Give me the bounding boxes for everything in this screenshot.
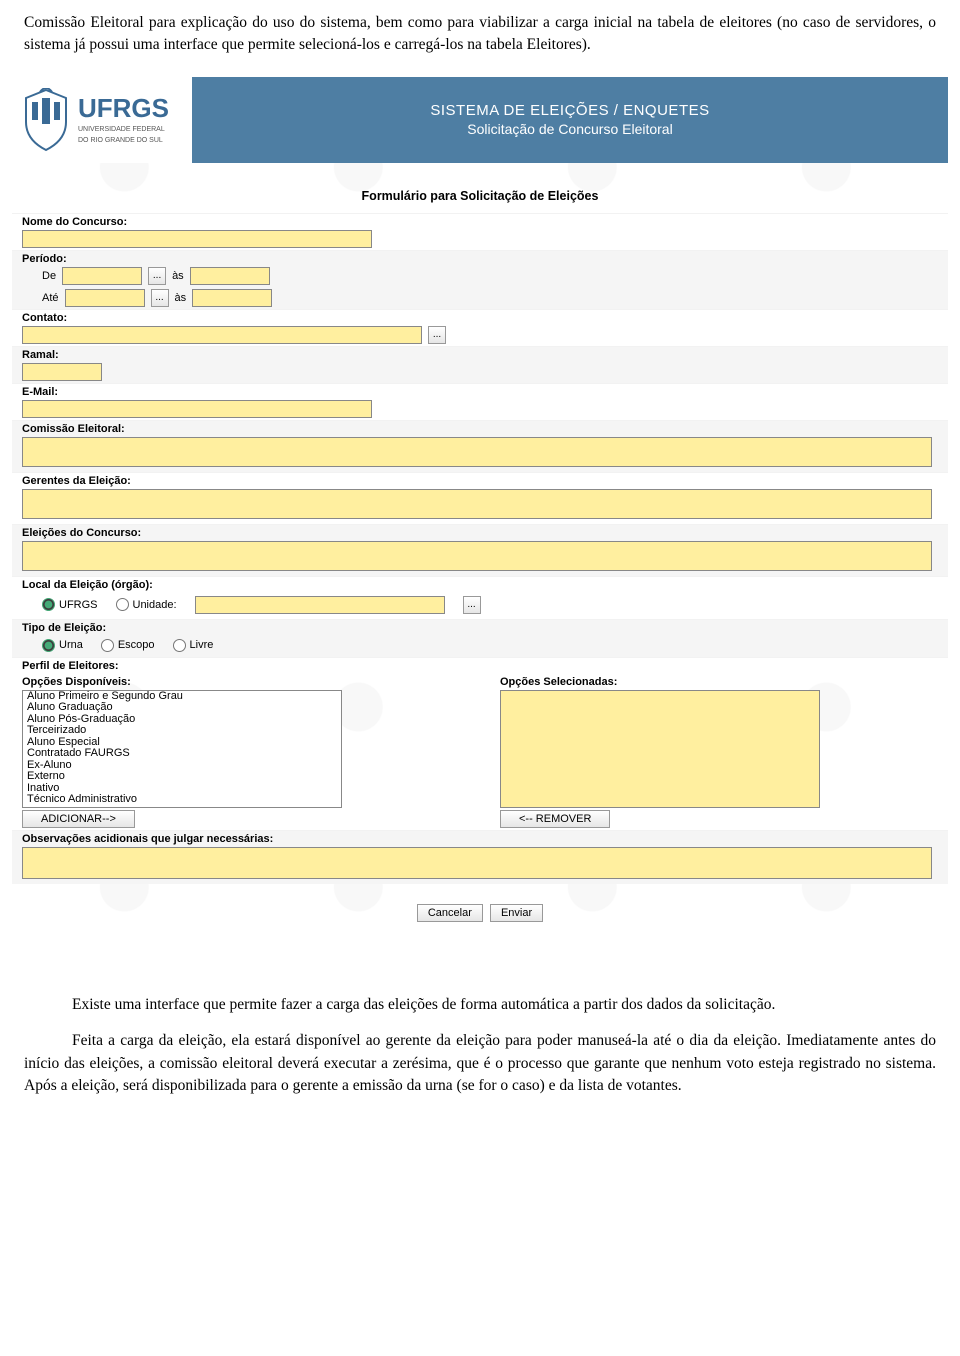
label-as-2: às [175, 292, 187, 304]
label-periodo: Período: [22, 253, 938, 265]
input-email[interactable] [22, 400, 372, 418]
header-line-2: Solicitação de Concurso Eleitoral [467, 121, 672, 137]
send-button[interactable]: Enviar [490, 904, 543, 922]
radio-local-unidade[interactable]: Unidade: [116, 598, 177, 611]
contato-lookup-button[interactable]: ... [428, 326, 446, 344]
row-gerentes: Gerentes da Eleição: [12, 472, 948, 524]
textarea-comissao[interactable] [22, 437, 932, 467]
input-data-de[interactable] [62, 267, 142, 285]
label-ate: Até [42, 292, 59, 304]
label-tipo: Tipo de Eleição: [22, 622, 938, 634]
list-item[interactable]: Externo [23, 771, 341, 783]
logo-subtitle-2: DO RIO GRANDE DO SUL [78, 137, 178, 145]
listbox-disponiveis[interactable]: Aluno Primeiro e Segundo GrauAluno Gradu… [22, 690, 342, 808]
label-disponiveis: Opções Disponíveis: [22, 676, 460, 688]
app-header: UFRGS UNIVERSIDADE FEDERAL DO RIO GRANDE… [12, 77, 948, 163]
radio-tipo-escopo[interactable]: Escopo [101, 639, 155, 652]
row-email: E-Mail: [12, 383, 948, 420]
row-tipo: Tipo de Eleição: Urna Escopo Livre [12, 619, 948, 657]
svg-text:UFRGS: UFRGS [78, 95, 169, 123]
unidade-lookup-button[interactable]: ... [463, 596, 481, 614]
label-selecionadas: Opções Selecionadas: [500, 676, 938, 688]
textarea-observacoes[interactable] [22, 847, 932, 879]
label-email: E-Mail: [22, 386, 938, 398]
radio-tipo-escopo-label: Escopo [118, 639, 155, 651]
input-nome-concurso[interactable] [22, 230, 372, 248]
row-eleicoes: Eleições do Concurso: [12, 524, 948, 576]
label-ramal: Ramal: [22, 349, 938, 361]
remove-button[interactable]: <-- REMOVER [500, 810, 610, 828]
input-data-ate[interactable] [65, 289, 145, 307]
label-observacoes: Observações acidionais que julgar necess… [22, 833, 938, 845]
logo-text: UFRGS UNIVERSIDADE FEDERAL DO RIO GRANDE… [78, 95, 178, 145]
radio-local-ufrgs-input[interactable] [42, 598, 55, 611]
radio-tipo-urna-label: Urna [59, 639, 83, 651]
cancel-button[interactable]: Cancelar [417, 904, 483, 922]
row-comissao: Comissão Eleitoral: [12, 420, 948, 472]
radio-local-unidade-label: Unidade: [133, 599, 177, 611]
header-title: SISTEMA DE ELEIÇÕES / ENQUETES Solicitaç… [192, 77, 948, 163]
radio-local-unidade-input[interactable] [116, 598, 129, 611]
radio-tipo-livre-label: Livre [190, 639, 214, 651]
label-gerentes: Gerentes da Eleição: [22, 475, 938, 487]
footer-buttons: Cancelar Enviar [12, 884, 948, 928]
header-line-1: SISTEMA DE ELEIÇÕES / ENQUETES [430, 102, 709, 119]
listbox-selecionadas[interactable] [500, 690, 820, 808]
row-ramal: Ramal: [12, 346, 948, 383]
add-button[interactable]: ADICIONAR--> [22, 810, 135, 828]
request-form: Formulário para Solicitação de Eleições … [12, 163, 948, 968]
screenshot-app: UFRGS UNIVERSIDADE FEDERAL DO RIO GRANDE… [12, 77, 948, 968]
input-unidade[interactable] [195, 596, 445, 614]
logo-block: UFRGS UNIVERSIDADE FEDERAL DO RIO GRANDE… [12, 77, 192, 163]
para-3: Feita a carga da eleição, ela estará dis… [24, 1030, 936, 1097]
row-observacoes: Observações acidionais que julgar necess… [12, 830, 948, 884]
date-picker-de-button[interactable]: ... [148, 267, 166, 285]
label-as-1: às [172, 270, 184, 282]
input-hora-de[interactable] [190, 267, 270, 285]
logo-subtitle-1: UNIVERSIDADE FEDERAL [78, 126, 178, 134]
label-local: Local da Eleição (órgão): [22, 579, 938, 591]
radio-local-ufrgs[interactable]: UFRGS [42, 598, 98, 611]
radio-tipo-livre[interactable]: Livre [173, 639, 214, 652]
input-hora-ate[interactable] [192, 289, 272, 307]
row-contato: Contato: ... [12, 309, 948, 346]
date-picker-ate-button[interactable]: ... [151, 289, 169, 307]
input-ramal[interactable] [22, 363, 102, 381]
radio-tipo-escopo-input[interactable] [101, 639, 114, 652]
ufrgs-crest-icon [22, 88, 70, 152]
document-paragraph-top: Comissão Eleitoral para explicação do us… [0, 0, 960, 69]
input-contato[interactable] [22, 326, 422, 344]
list-item[interactable]: Ex-Aluno [23, 760, 341, 772]
available-column: Opções Disponíveis: Aluno Primeiro e Seg… [22, 676, 460, 828]
row-perfil-header: Perfil de Eleitores: [12, 657, 948, 672]
radio-tipo-urna[interactable]: Urna [42, 639, 83, 652]
dual-list: Opções Disponíveis: Aluno Primeiro e Seg… [12, 674, 948, 830]
para-2: Existe uma interface que permite fazer a… [24, 994, 936, 1016]
radio-tipo-livre-input[interactable] [173, 639, 186, 652]
selected-column: Opções Selecionadas: <-- REMOVER [500, 676, 938, 828]
radio-tipo-urna-input[interactable] [42, 639, 55, 652]
ufrgs-wordmark-icon: UFRGS [78, 95, 178, 123]
list-item[interactable]: Técnico Administrativo [23, 794, 341, 806]
textarea-eleicoes[interactable] [22, 541, 932, 571]
radio-local-ufrgs-label: UFRGS [59, 599, 98, 611]
label-eleicoes: Eleições do Concurso: [22, 527, 938, 539]
row-periodo: Período: De ... às Até ... às [12, 250, 948, 309]
label-comissao: Comissão Eleitoral: [22, 423, 938, 435]
para-1: Comissão Eleitoral para explicação do us… [24, 12, 936, 57]
label-nome-concurso: Nome do Concurso: [22, 216, 938, 228]
row-local: Local da Eleição (órgão): UFRGS Unidade:… [12, 576, 948, 619]
textarea-gerentes[interactable] [22, 489, 932, 519]
label-de: De [42, 270, 56, 282]
label-contato: Contato: [22, 312, 938, 324]
form-title: Formulário para Solicitação de Eleições [12, 163, 948, 213]
row-nome-concurso: Nome do Concurso: [12, 213, 948, 250]
document-paragraphs-bottom: Existe uma interface que permite fazer a… [0, 968, 960, 1110]
label-perfil: Perfil de Eleitores: [22, 660, 938, 672]
